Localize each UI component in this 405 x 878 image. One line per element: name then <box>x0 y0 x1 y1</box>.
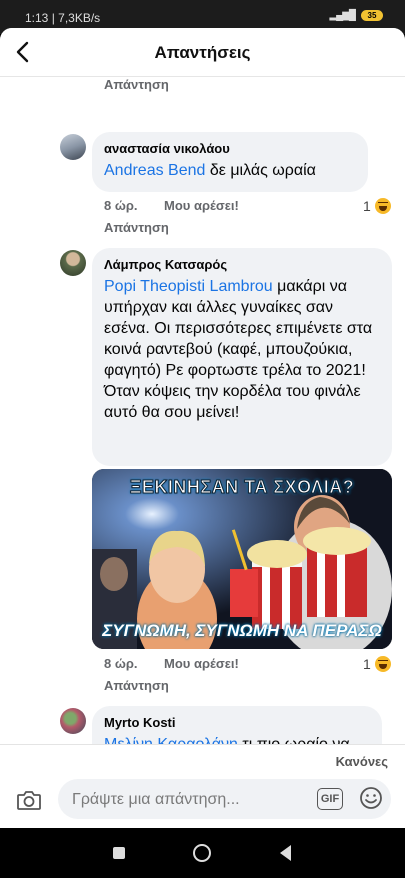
comment-text-line: Popi Theopisti Lambrou μακάρι να υπήρχαν… <box>104 276 380 423</box>
nav-back-icon[interactable] <box>280 845 291 861</box>
replies-sheet: Απαντήσεις Απάντηση αναστασία νικολάου A… <box>0 28 405 828</box>
status-time: 1:13 | 7,3KB/s <box>25 11 101 25</box>
comment-list: Απάντηση αναστασία νικολάου Andreas Bend… <box>0 76 405 744</box>
avatar[interactable] <box>60 708 86 734</box>
avatar[interactable] <box>60 134 86 160</box>
comment-text-line: Andreas Bend δε μιλάς ωραία <box>104 160 356 181</box>
rules-link[interactable]: Κανόνες <box>336 754 388 769</box>
header: Απαντήσεις <box>0 28 405 77</box>
comment-text: μακάρι να υπήρχαν και άλλες γυναίκες σαν… <box>104 278 373 421</box>
camera-icon[interactable] <box>16 789 42 811</box>
comment-bubble: αναστασία νικολάου Andreas Bend δε μιλάς… <box>92 132 368 192</box>
meme-top-caption: ΞΕΚΙΝΗΣΑΝ ΤΑ ΣΧΟΛΙΑ? <box>129 477 355 498</box>
reply-input-box: GIF <box>58 779 391 821</box>
status-icons: ▂▄▆█ 35 <box>329 10 383 21</box>
emoji-icon[interactable] <box>359 786 383 810</box>
gif-button[interactable]: GIF <box>317 788 343 810</box>
meme-image[interactable]: ΞΕΚΙΝΗΣΑΝ ΤΑ ΣΧΟΛΙΑ? ΣΥΓΝΩΜΗ, ΣΥΓΝΩΜΗ ΝΑ… <box>92 469 392 649</box>
system-nav-bar <box>0 828 405 878</box>
comment-author[interactable]: Λάμπρος Κατσαρός <box>104 257 380 272</box>
meme-bottom-caption: ΣΥΓΝΩΜΗ, ΣΥΓΝΩΜΗ ΝΑ ΠΕΡΑΣΩ <box>102 621 382 640</box>
like-button[interactable]: Μου αρέσει! <box>164 656 239 671</box>
composer: Κανόνες GIF <box>0 744 405 828</box>
recent-apps-icon[interactable] <box>113 847 125 859</box>
comment-bubble: Λάμπρος Κατσαρός Popi Theopisti Lambrou … <box>92 248 392 466</box>
haha-reaction-icon <box>374 656 391 672</box>
reply-link[interactable]: Απάντηση <box>104 77 169 92</box>
comment-text-line: Μελίνη Καραολάνη τι πιο ωραίο να σε δει … <box>104 734 370 744</box>
haha-reaction-icon <box>374 198 391 214</box>
reaction-summary[interactable]: 1 <box>363 198 391 214</box>
comment-author[interactable]: Myrto Kosti <box>104 715 370 730</box>
comment-actions: 8 ώρ. Μου αρέσει! Απάντηση <box>104 656 304 696</box>
signal-icon: ▂▄▆█ <box>329 10 356 21</box>
reaction-count: 1 <box>363 198 371 214</box>
reply-input[interactable] <box>70 779 314 821</box>
page-title: Απαντήσεις <box>154 43 251 62</box>
reply-button[interactable]: Απάντηση <box>104 678 169 693</box>
comment-bubble: Myrto Kosti Μελίνη Καραολάνη τι πιο ωραί… <box>92 706 382 744</box>
home-icon[interactable] <box>193 844 211 862</box>
reaction-count: 1 <box>363 656 371 672</box>
reply-button[interactable]: Απάντηση <box>104 220 169 235</box>
mention-link[interactable]: Andreas Bend <box>104 162 205 179</box>
like-button[interactable]: Μου αρέσει! <box>164 198 239 213</box>
comment-time: 8 ώρ. <box>104 656 138 671</box>
reaction-summary[interactable]: 1 <box>363 656 391 672</box>
avatar[interactable] <box>60 250 86 276</box>
comment-time: 8 ώρ. <box>104 198 138 213</box>
battery-icon: 35 <box>361 10 383 21</box>
mention-link[interactable]: Popi Theopisti Lambrou <box>104 278 273 295</box>
mention-link[interactable]: Μελίνη Καραολάνη <box>104 736 238 744</box>
comment-author[interactable]: αναστασία νικολάου <box>104 141 356 156</box>
comment-actions: 8 ώρ. Μου αρέσει! Απάντηση <box>104 198 304 238</box>
comment-text: δε μιλάς ωραία <box>205 162 316 179</box>
